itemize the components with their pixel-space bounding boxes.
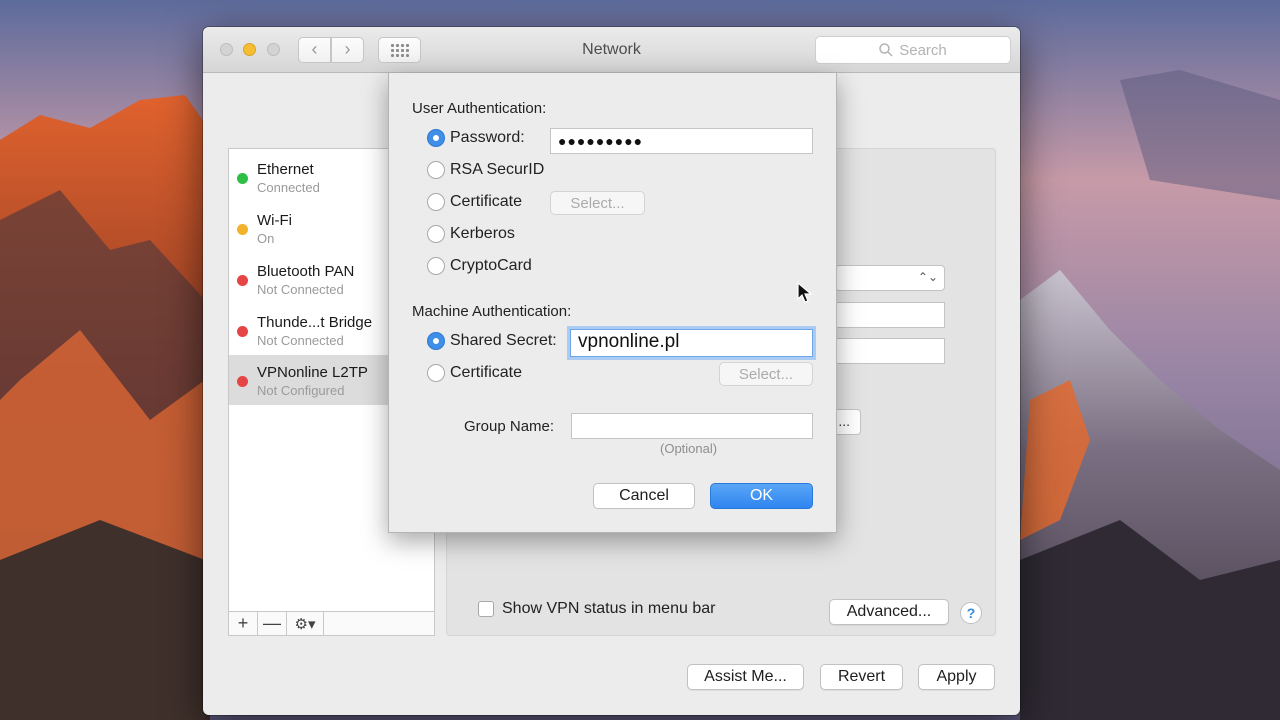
advanced-button[interactable]: Advanced... [829, 599, 949, 625]
revert-button[interactable]: Revert [820, 664, 903, 690]
mouse-cursor-icon [797, 282, 813, 303]
option-label: Password: [450, 129, 525, 146]
gear-menu-button[interactable]: ⚙▾ [287, 612, 324, 635]
service-name: Bluetooth PAN [257, 263, 355, 280]
search-placeholder: Search [899, 41, 947, 59]
option-label: Certificate [450, 193, 523, 210]
help-button[interactable]: ? [960, 602, 982, 624]
apply-button[interactable]: Apply [918, 664, 995, 690]
radio-button[interactable] [427, 257, 445, 275]
user-certificate-option[interactable]: Certificate [427, 193, 522, 211]
show-vpn-status-label: Show VPN status in menu bar [502, 600, 716, 617]
radio-button[interactable] [427, 161, 445, 179]
group-name-field[interactable] [571, 413, 813, 439]
group-name-label: Group Name: [464, 418, 555, 435]
show-vpn-status-checkbox[interactable] [478, 601, 494, 617]
service-name: VPNonline L2TP [257, 364, 368, 381]
show-vpn-status-row[interactable]: Show VPN status in menu bar [478, 600, 715, 618]
status-dot-icon [237, 376, 248, 387]
option-label: Shared Secret: [450, 332, 557, 349]
service-status: On [257, 231, 275, 246]
radio-button[interactable] [427, 193, 445, 211]
rsa-securid-option[interactable]: RSA SecurID [427, 161, 544, 179]
option-label: Certificate [450, 364, 523, 381]
option-label: RSA SecurID [450, 161, 545, 178]
radio-button[interactable] [427, 129, 445, 147]
configuration-popup[interactable]: ⌃⌄ [835, 265, 945, 291]
title-bar: ‹ › Network Search [203, 27, 1020, 73]
user-authentication-heading: User Authentication: [412, 100, 547, 117]
service-status: Not Connected [257, 282, 344, 297]
radio-button[interactable] [427, 225, 445, 243]
cryptocard-option[interactable]: CryptoCard [427, 257, 532, 275]
service-status: Connected [257, 180, 320, 195]
shared-secret-option[interactable]: Shared Secret: [427, 332, 557, 350]
optional-hint: (Optional) [660, 441, 718, 456]
radio-button[interactable] [427, 332, 445, 350]
machine-certificate-select-button[interactable]: Select... [719, 362, 813, 386]
status-dot-icon [237, 224, 248, 235]
option-label: CryptoCard [450, 257, 532, 274]
service-list-toolbar: + — ⚙▾ [228, 612, 435, 636]
account-name-field[interactable] [835, 338, 945, 364]
status-dot-icon [237, 173, 248, 184]
server-address-field[interactable] [835, 302, 945, 328]
search-icon [879, 43, 893, 57]
radio-button[interactable] [427, 364, 445, 382]
machine-authentication-heading: Machine Authentication: [412, 303, 572, 320]
remove-service-button[interactable]: — [258, 612, 287, 635]
search-field[interactable]: Search [815, 36, 1011, 64]
status-dot-icon [237, 326, 248, 337]
service-name: Ethernet [257, 161, 314, 178]
password-field[interactable]: ●●●●●●●●● [550, 128, 813, 154]
ok-button[interactable]: OK [710, 483, 813, 509]
authentication-settings-sheet: User Authentication: Password: ●●●●●●●●●… [388, 73, 837, 533]
user-certificate-select-button[interactable]: Select... [550, 191, 645, 215]
add-service-button[interactable]: + [229, 612, 258, 635]
updown-arrow-icon: ⌃⌄ [917, 270, 938, 284]
service-status: Not Configured [257, 383, 345, 398]
status-dot-icon [237, 275, 248, 286]
service-name: Wi-Fi [257, 212, 292, 229]
cancel-button[interactable]: Cancel [593, 483, 695, 509]
kerberos-option[interactable]: Kerberos [427, 225, 515, 243]
assist-me-button[interactable]: Assist Me... [687, 664, 804, 690]
option-label: Kerberos [450, 225, 515, 242]
machine-certificate-option[interactable]: Certificate [427, 364, 522, 382]
service-name: Thunde...t Bridge [257, 314, 373, 331]
password-option[interactable]: Password: [427, 129, 525, 147]
shared-secret-field[interactable]: vpnonline.pl [570, 329, 813, 357]
service-status: Not Connected [257, 333, 344, 348]
